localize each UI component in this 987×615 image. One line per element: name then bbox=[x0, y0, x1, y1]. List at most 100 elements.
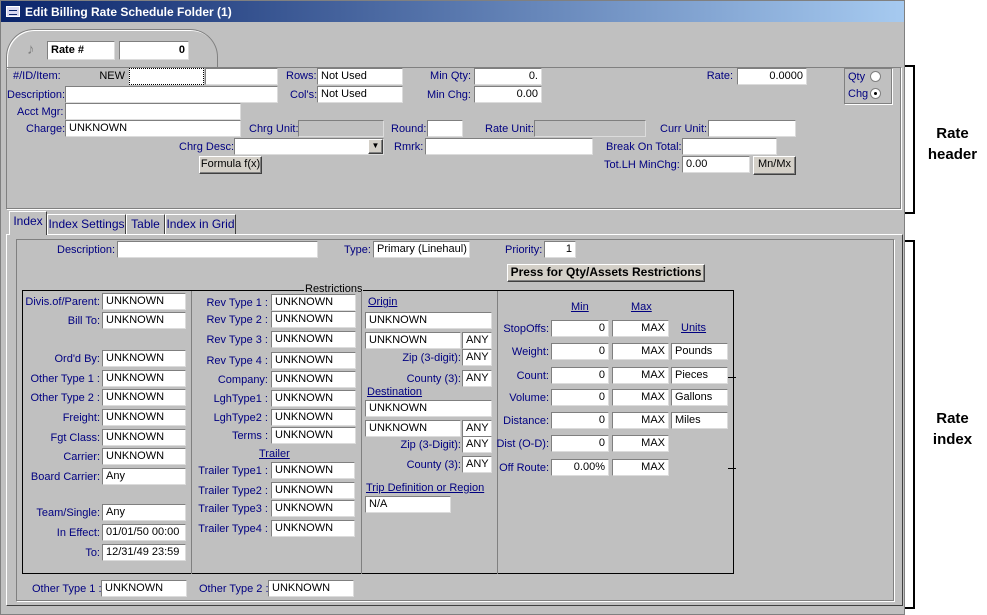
destination-county-label: County (3): bbox=[406, 459, 461, 471]
restriction-field[interactable]: UNKNOWN bbox=[271, 427, 356, 444]
origin-field-1[interactable]: UNKNOWN bbox=[365, 312, 492, 329]
trailer-type-field[interactable]: UNKNOWN bbox=[271, 462, 355, 479]
restriction-field[interactable]: UNKNOWN bbox=[102, 350, 186, 367]
restriction-field[interactable]: UNKNOWN bbox=[102, 370, 186, 387]
min-chg-field[interactable]: 0.00 bbox=[474, 86, 542, 103]
range-max-field[interactable]: MAX bbox=[612, 459, 669, 476]
bottom-other-type-2-field[interactable]: UNKNOWN bbox=[268, 580, 354, 597]
restriction-field[interactable]: 01/01/50 00:00 bbox=[102, 524, 186, 541]
restriction-field[interactable]: UNKNOWN bbox=[271, 352, 356, 369]
destination-county-field[interactable]: ANY bbox=[462, 456, 492, 473]
music-note-icon: ♪ bbox=[27, 41, 35, 58]
destination-any-field[interactable]: ANY bbox=[462, 420, 492, 437]
break-on-total-field[interactable] bbox=[682, 138, 777, 155]
restriction-label: LghType1 : bbox=[213, 393, 268, 405]
restriction-field[interactable]: UNKNOWN bbox=[271, 390, 356, 407]
id-field-3[interactable] bbox=[205, 68, 278, 85]
restriction-field[interactable]: 12/31/49 23:59 bbox=[102, 544, 186, 561]
rate-unit-field[interactable] bbox=[534, 120, 646, 137]
bottom-other-type-1-field[interactable]: UNKNOWN bbox=[101, 580, 187, 597]
id-field[interactable]: NEW bbox=[65, 69, 128, 86]
chevron-down-icon[interactable]: ▼ bbox=[368, 139, 383, 154]
chrg-unit-field[interactable] bbox=[298, 120, 384, 137]
range-label: StopOffs: bbox=[503, 323, 549, 335]
description-label: Description: bbox=[7, 89, 66, 101]
tab-index[interactable]: Index bbox=[9, 211, 47, 235]
tab-index-in-grid[interactable]: Index in Grid bbox=[165, 214, 236, 234]
destination-field-2[interactable]: UNKNOWN bbox=[365, 420, 461, 437]
range-label: Dist (O-D): bbox=[496, 438, 549, 450]
round-field[interactable] bbox=[427, 120, 463, 137]
range-max-field[interactable]: MAX bbox=[612, 435, 669, 452]
range-max-field[interactable]: MAX bbox=[612, 320, 669, 337]
origin-field-2[interactable]: UNKNOWN bbox=[365, 332, 461, 349]
curr-unit-field[interactable] bbox=[708, 120, 796, 137]
chg-radio[interactable] bbox=[870, 88, 881, 99]
restriction-field[interactable]: UNKNOWN bbox=[271, 331, 356, 348]
type-field[interactable]: Primary (Linehaul) bbox=[373, 241, 470, 258]
range-unit-field[interactable]: Pounds bbox=[671, 343, 728, 360]
range-max-field[interactable]: MAX bbox=[612, 412, 669, 429]
range-unit-field[interactable]: Pieces bbox=[671, 367, 728, 384]
origin-zip-field[interactable]: ANY bbox=[462, 349, 492, 366]
range-unit-field[interactable]: Gallons bbox=[671, 389, 728, 406]
formula-button[interactable]: Formula f(x) bbox=[199, 156, 262, 174]
qty-radio[interactable] bbox=[870, 71, 881, 82]
window-icon bbox=[6, 6, 20, 17]
acct-mgr-field[interactable] bbox=[65, 103, 241, 120]
origin-county-field[interactable]: ANY bbox=[462, 370, 492, 387]
destination-field-1[interactable]: UNKNOWN bbox=[365, 400, 492, 417]
range-max-field[interactable]: MAX bbox=[612, 389, 669, 406]
id-field-2[interactable] bbox=[129, 68, 204, 85]
restriction-field[interactable]: UNKNOWN bbox=[102, 293, 186, 310]
range-max-field[interactable]: MAX bbox=[612, 343, 669, 360]
range-max-field[interactable]: MAX bbox=[612, 367, 669, 384]
trip-definition-field[interactable]: N/A bbox=[365, 496, 451, 513]
destination-zip-field[interactable]: ANY bbox=[462, 436, 492, 453]
restriction-field[interactable]: Any bbox=[102, 468, 186, 485]
range-min-field[interactable]: 0 bbox=[551, 367, 609, 384]
index-description-field[interactable] bbox=[117, 241, 318, 258]
range-min-field[interactable]: 0 bbox=[551, 435, 609, 452]
range-min-field[interactable]: 0 bbox=[551, 320, 609, 337]
charge-field[interactable]: UNKNOWN bbox=[65, 120, 241, 137]
restriction-field[interactable]: UNKNOWN bbox=[102, 312, 186, 329]
tot-lh-minchg-field[interactable]: 0.00 bbox=[682, 156, 750, 173]
trailer-type-field[interactable]: UNKNOWN bbox=[271, 482, 355, 499]
mn-mx-button[interactable]: Mn/Mx bbox=[753, 156, 796, 175]
title-bar: Edit Billing Rate Schedule Folder (1) bbox=[1, 1, 904, 22]
restriction-field[interactable]: UNKNOWN bbox=[102, 409, 186, 426]
tab-table[interactable]: Table bbox=[126, 214, 165, 234]
range-min-field[interactable]: 0 bbox=[551, 389, 609, 406]
rate-number-field[interactable]: 0 bbox=[119, 41, 189, 60]
range-min-field[interactable]: 0.00% bbox=[551, 459, 609, 476]
restriction-field[interactable]: Any bbox=[102, 504, 186, 521]
description-field[interactable] bbox=[65, 86, 278, 103]
rmrk-field[interactable] bbox=[425, 138, 593, 155]
min-qty-field[interactable]: 0. bbox=[474, 68, 542, 85]
restriction-field[interactable]: UNKNOWN bbox=[102, 448, 186, 465]
tab-index-settings[interactable]: Index Settings bbox=[47, 214, 126, 234]
range-min-field[interactable]: 0 bbox=[551, 343, 609, 360]
restriction-label: Board Carrier: bbox=[30, 471, 100, 483]
restriction-field[interactable]: UNKNOWN bbox=[271, 311, 356, 328]
restriction-field[interactable]: UNKNOWN bbox=[271, 409, 356, 426]
restriction-field[interactable]: UNKNOWN bbox=[271, 294, 356, 311]
rows-field[interactable]: Not Used bbox=[317, 68, 403, 85]
chrg-desc-select[interactable] bbox=[234, 138, 384, 155]
min-qty-label: Min Qty: bbox=[430, 70, 471, 82]
trailer-type-field[interactable]: UNKNOWN bbox=[271, 500, 355, 517]
trailer-type-field[interactable]: UNKNOWN bbox=[271, 520, 355, 537]
cols-field[interactable]: Not Used bbox=[317, 86, 403, 103]
rate-index-bracket bbox=[905, 240, 915, 609]
origin-any-field[interactable]: ANY bbox=[462, 332, 492, 349]
rate-field[interactable]: 0.0000 bbox=[737, 68, 807, 85]
range-min-field[interactable]: 0 bbox=[551, 412, 609, 429]
qty-assets-restrictions-button[interactable]: Press for Qty/Assets Restrictions bbox=[507, 264, 705, 282]
range-unit-field[interactable]: Miles bbox=[671, 412, 728, 429]
priority-field[interactable]: 1 bbox=[544, 241, 576, 258]
restriction-field[interactable]: UNKNOWN bbox=[102, 389, 186, 406]
restriction-field[interactable]: UNKNOWN bbox=[271, 371, 356, 388]
restriction-field[interactable]: UNKNOWN bbox=[102, 429, 186, 446]
rate-label: Rate: bbox=[706, 70, 733, 82]
